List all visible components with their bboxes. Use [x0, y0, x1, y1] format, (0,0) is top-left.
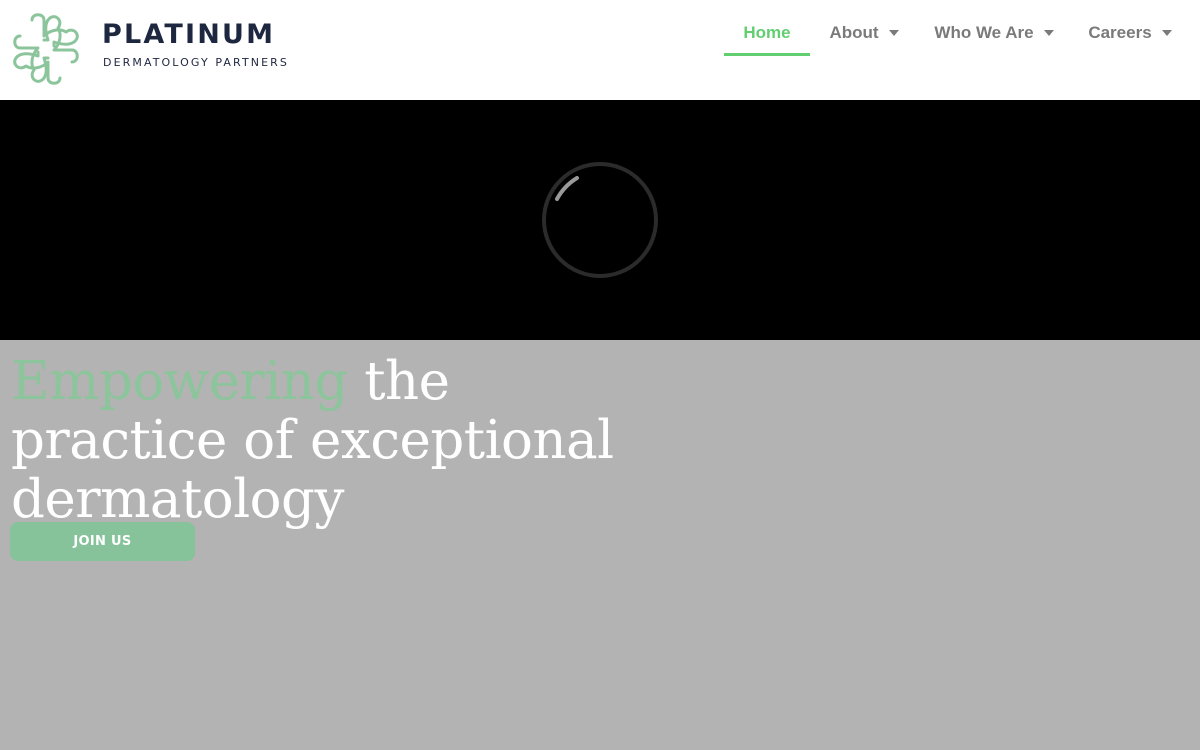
join-us-button[interactable]: JOIN US: [10, 522, 195, 561]
nav-about[interactable]: About: [820, 12, 908, 54]
nav-who-we-are[interactable]: Who We Are: [928, 12, 1060, 54]
nav-home-label: Home: [743, 22, 791, 42]
nav-about-label: About: [829, 23, 879, 42]
loading-spinner-icon: [542, 162, 658, 278]
hero-line-3: dermatology: [11, 468, 344, 530]
caret-down-icon: [1161, 30, 1172, 36]
hero-headline: Empowering the practice of exceptional d…: [11, 352, 651, 529]
hero-line-2: practice of exceptional: [11, 409, 614, 471]
nav-careers[interactable]: Careers: [1080, 12, 1180, 54]
nav-who-we-are-label: Who We Are: [934, 23, 1034, 42]
caret-down-icon: [1043, 30, 1054, 36]
main-nav: Home About Who We Are Careers: [0, 0, 1200, 100]
nav-home[interactable]: Home: [724, 12, 810, 56]
site-header: PLATINUM DERMATOLOGY PARTNERS Home About…: [0, 0, 1200, 100]
hero-line-1-rest: the: [347, 350, 450, 412]
nav-careers-label: Careers: [1088, 23, 1152, 42]
hero-video[interactable]: [0, 100, 1200, 340]
hero-accent-word: Empowering: [11, 350, 348, 412]
caret-down-icon: [888, 30, 899, 36]
hero-line-1: Empowering the: [11, 352, 651, 411]
